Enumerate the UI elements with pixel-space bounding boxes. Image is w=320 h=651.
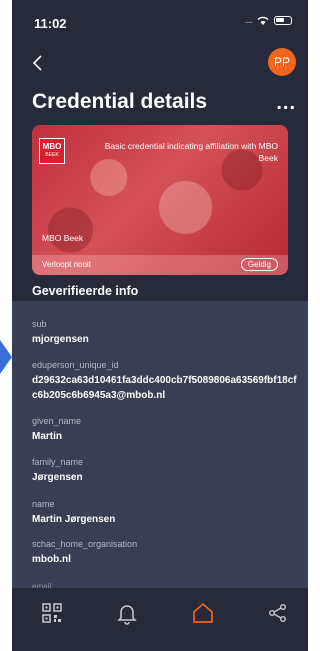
field-value: Martin Jørgensen	[32, 514, 116, 525]
credential-expiry: Verloopt nooit	[42, 260, 91, 269]
status-bar: 11:02 ....	[12, 0, 308, 44]
signal-icon: ....	[244, 15, 253, 26]
status-time: 11:02	[34, 16, 67, 31]
section-heading: Geverifieerde info	[32, 284, 139, 298]
field-value: mjorgensen	[32, 334, 89, 345]
field-label: family_name	[32, 457, 84, 467]
field-label: schac_home_organisation	[32, 539, 138, 549]
verified-info-panel[interactable]: sub mjorgensen eduperson_unique_id d2963…	[12, 301, 308, 588]
home-icon[interactable]	[191, 601, 215, 625]
status-icons: ....	[245, 15, 292, 26]
back-chevron-icon[interactable]	[28, 53, 48, 73]
field-family-name: family_name Jørgensen	[32, 456, 300, 485]
more-options-button[interactable]: ...	[276, 92, 296, 115]
phone-screen: 11:02 .... PP Credential details ... MBO…	[12, 0, 308, 651]
credential-description: Basic credential indicating affiliation …	[104, 141, 278, 163]
issuer-logo-text: MBO	[42, 142, 62, 151]
bottom-nav	[12, 588, 308, 638]
field-sub: sub mjorgensen	[32, 318, 300, 347]
field-value: Jørgensen	[32, 472, 83, 483]
share-icon[interactable]	[266, 601, 290, 625]
field-label: eduperson_unique_id	[32, 360, 119, 370]
status-badge: Geldig	[240, 258, 278, 271]
card-footer: Verloopt nooit Geldig	[32, 255, 288, 275]
field-value: Martin	[32, 431, 62, 442]
avatar[interactable]: PP	[268, 48, 296, 76]
issuer-logo: MBO BEEK	[39, 138, 65, 164]
wifi-icon	[257, 16, 269, 25]
field-value: mbob.nl	[32, 554, 71, 565]
field-value: d29632ca63d10461fa3ddc400cb7f5089806a635…	[32, 375, 297, 401]
qr-code-icon[interactable]	[40, 601, 64, 625]
credential-card[interactable]: MBO BEEK Basic credential indicating aff…	[32, 125, 288, 275]
battery-icon	[274, 16, 292, 25]
field-schac-home-organisation: schac_home_organisation mbob.nl	[32, 538, 300, 567]
field-given-name: given_name Martin	[32, 415, 300, 444]
field-eduperson-unique-id: eduperson_unique_id d29632ca63d10461fa3d…	[32, 359, 300, 403]
issuer-logo-subtext: BEEK	[45, 152, 59, 158]
field-label: sub	[32, 319, 47, 329]
home-indicator-area	[12, 638, 308, 651]
field-label: name	[32, 499, 55, 509]
field-label: given_name	[32, 416, 82, 426]
side-arrow-icon	[0, 340, 12, 374]
page-title: Credential details	[32, 90, 208, 113]
field-name: name Martin Jørgensen	[32, 498, 300, 527]
credential-issuer: MBO Beek	[42, 233, 84, 243]
bell-icon[interactable]	[115, 601, 139, 625]
